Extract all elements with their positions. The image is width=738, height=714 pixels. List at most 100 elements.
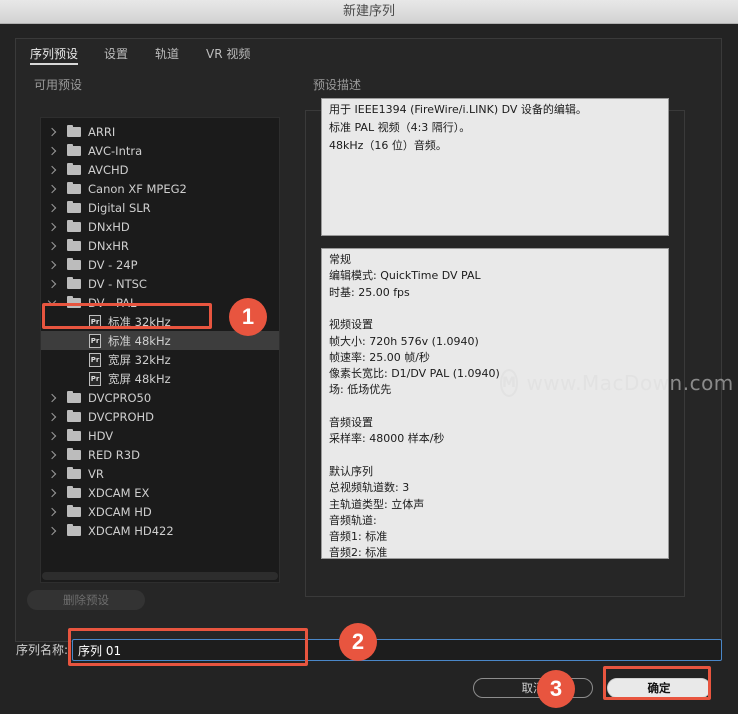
folder-icon: [67, 257, 81, 270]
tab-vr-video[interactable]: VR 视频: [206, 45, 250, 62]
cancel-button[interactable]: 取消: [473, 678, 593, 698]
description-line: 音频1: 标准: [329, 530, 388, 544]
tree-item-label: Canon XF MPEG2: [88, 181, 187, 196]
window-title: 新建序列: [0, 0, 738, 24]
tree-folder-item[interactable]: DVCPRO50: [41, 388, 279, 407]
tree-item-label: AVC-Intra: [88, 143, 143, 158]
folder-icon: [67, 466, 81, 479]
preset-file-icon: Pr: [89, 352, 101, 367]
new-sequence-dialog: 序列预设 设置 轨道 VR 视频 可用预设 预设描述 ARRI AVC-Intra…: [0, 24, 738, 714]
folder-icon: [67, 200, 81, 213]
description-line: 常规: [329, 253, 351, 266]
tree-folder-item[interactable]: Digital SLR: [41, 198, 279, 217]
preset-file-icon: Pr: [89, 371, 101, 386]
tree-item-label: DVCPRO50: [88, 390, 152, 405]
chevron-right-icon[interactable]: [47, 184, 57, 194]
tree-item-label: XDCAM HD422: [88, 523, 174, 538]
description-summary-box: 用于 IEEE1394 (FireWire/i.LINK) DV 设备的编辑。标…: [321, 98, 669, 236]
description-line: 主轨道类型: 立体声: [329, 497, 425, 511]
chevron-right-icon[interactable]: [47, 526, 57, 536]
chevron-right-icon[interactable]: [47, 469, 57, 479]
description-details-box[interactable]: 常规 编辑模式: QuickTime DV PAL 时基: 25.00 fps 视…: [321, 248, 669, 559]
chevron-right-icon[interactable]: [47, 203, 57, 213]
tree-folder-item[interactable]: VR: [41, 464, 279, 483]
tree-folder-item[interactable]: Canon XF MPEG2: [41, 179, 279, 198]
description-line: 48kHz（16 位）音频。: [329, 139, 447, 152]
chevron-right-icon[interactable]: [47, 146, 57, 156]
tree-item-label: RED R3D: [88, 447, 140, 462]
description-line: 总视频轨道数: 3: [329, 481, 410, 495]
folder-icon: [67, 143, 81, 156]
watermark-text: www.MacDown.com: [526, 371, 734, 395]
tree-folder-item[interactable]: XDCAM HD422: [41, 521, 279, 540]
tree-item-label: DV - 24P: [88, 257, 138, 272]
chevron-right-icon[interactable]: [47, 488, 57, 498]
tree-item-label: ARRI: [88, 124, 116, 139]
tree-item-label: DVCPROHD: [88, 409, 155, 424]
tree-item-label: 宽屏 32kHz: [108, 352, 171, 367]
tree-folder-item[interactable]: DNxHD: [41, 217, 279, 236]
tree-item-label: VR: [88, 466, 104, 481]
description-line: 采样率: 48000 样本/秒: [329, 432, 445, 446]
macdown-logo-icon: M: [500, 369, 519, 397]
tab-tracks[interactable]: 轨道: [155, 45, 179, 62]
tree-preset-item[interactable]: Pr 宽屏 48kHz: [41, 369, 279, 388]
folder-icon: [67, 238, 81, 251]
callout-highlight-2: [68, 628, 308, 666]
tree-folder-item[interactable]: ARRI: [41, 122, 279, 141]
folder-icon: [67, 523, 81, 536]
description-line: 帧速率: 25.00 帧/秒: [329, 350, 430, 364]
tab-sequence-presets[interactable]: 序列预设: [30, 45, 78, 62]
tree-folder-item[interactable]: AVC-Intra: [41, 141, 279, 160]
tree-folder-item[interactable]: DNxHR: [41, 236, 279, 255]
tree-folder-item[interactable]: DV - 24P: [41, 255, 279, 274]
tree-folder-item[interactable]: XDCAM HD: [41, 502, 279, 521]
tree-folder-item[interactable]: HDV: [41, 426, 279, 445]
description-line: 标准 PAL 视频（4:3 隔行）。: [329, 121, 471, 134]
tree-folder-item[interactable]: AVCHD: [41, 160, 279, 179]
sequence-name-label: 序列名称:: [16, 643, 69, 657]
description-line: 音频轨道:: [329, 513, 377, 527]
tree-item-label: DV - NTSC: [88, 276, 147, 291]
folder-icon: [67, 162, 81, 175]
watermark: M www.MacDown.com: [500, 368, 734, 398]
chevron-right-icon[interactable]: [47, 412, 57, 422]
tab-settings[interactable]: 设置: [104, 45, 128, 62]
description-line: 用于 IEEE1394 (FireWire/i.LINK) DV 设备的编辑。: [329, 103, 587, 116]
preset-description-label: 预设描述: [313, 78, 362, 92]
chevron-right-icon[interactable]: [47, 450, 57, 460]
tree-preset-item[interactable]: Pr 宽屏 32kHz: [41, 350, 279, 369]
chevron-right-icon[interactable]: [47, 165, 57, 175]
description-line: 场: 低场优先: [329, 383, 392, 397]
tree-folder-item[interactable]: XDCAM EX: [41, 483, 279, 502]
tree-horizontal-scrollbar[interactable]: [42, 572, 278, 580]
tree-item-label: HDV: [88, 428, 114, 443]
available-presets-label: 可用预设: [34, 78, 83, 92]
folder-icon: [67, 447, 81, 460]
chevron-right-icon[interactable]: [47, 241, 57, 251]
folder-icon: [67, 181, 81, 194]
chevron-right-icon[interactable]: [47, 222, 57, 232]
folder-icon: [67, 485, 81, 498]
tree-item-label: XDCAM EX: [88, 485, 150, 500]
tree-item-label: XDCAM HD: [88, 504, 152, 519]
preset-tree[interactable]: ARRI AVC-Intra AVCHD Canon XF MPEG2 Digital …: [40, 117, 280, 583]
tree-folder-item[interactable]: DV - NTSC: [41, 274, 279, 293]
callout-badge-3: 3: [537, 670, 575, 708]
chevron-right-icon[interactable]: [47, 507, 57, 517]
chevron-right-icon[interactable]: [47, 393, 57, 403]
callout-highlight-1: [42, 303, 212, 329]
description-line: 像素长宽比: D1/DV PAL (1.0940): [329, 367, 500, 381]
tree-folder-item[interactable]: RED R3D: [41, 445, 279, 464]
folder-icon: [67, 219, 81, 232]
chevron-right-icon[interactable]: [47, 431, 57, 441]
tree-folder-item[interactable]: DVCPROHD: [41, 407, 279, 426]
chevron-right-icon[interactable]: [47, 260, 57, 270]
chevron-right-icon[interactable]: [47, 127, 57, 137]
tree-item-label: Digital SLR: [88, 200, 151, 215]
delete-preset-button[interactable]: 删除预设: [27, 590, 145, 610]
active-tab-indicator: [30, 63, 78, 65]
tree-item-label: DNxHD: [88, 219, 130, 234]
description-line: 帧大小: 720h 576v (1.0940): [329, 334, 479, 348]
chevron-right-icon[interactable]: [47, 279, 57, 289]
